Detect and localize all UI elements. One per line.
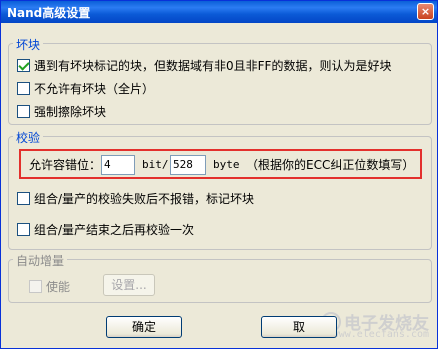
verify-again-checkbox[interactable]	[17, 223, 30, 236]
force-erase-checkbox[interactable]	[17, 105, 30, 118]
verify-no-error-label: 组合/量产的校验失败后不报错，标记坏块	[34, 192, 255, 206]
verify-no-error-checkbox[interactable]	[17, 192, 30, 205]
ecc-hint: （根据你的ECC纠正位数填写）	[246, 158, 415, 172]
tolerance-label: 允许容错位：	[29, 158, 102, 172]
enable-label: 使能	[46, 280, 71, 294]
verify-again-option[interactable]: 组合/量产结束之后再校验一次	[17, 221, 194, 237]
watermark-url: www.elecfans.com	[332, 329, 429, 340]
verify-legend: 校验	[13, 129, 44, 146]
close-button[interactable]: ×	[417, 3, 434, 20]
byte-unit-label: byte	[213, 158, 240, 171]
enable-checkbox[interactable]	[29, 280, 42, 293]
good-block-option[interactable]: 遇到有坏块标记的块，但数据域有非0且非FF的数据，则认为是好块	[17, 57, 391, 73]
bits-input[interactable]: 4	[101, 155, 135, 175]
ok-button[interactable]: 确定	[106, 316, 182, 338]
verify-again-label: 组合/量产结束之后再校验一次	[34, 223, 195, 237]
title-bar: Nand高级设置 ×	[1, 1, 437, 23]
bad-block-group: 坏块 遇到有坏块标记的块，但数据域有非0且非FF的数据，则认为是好块 不允许有坏…	[8, 36, 432, 125]
close-icon: ×	[420, 5, 431, 18]
good-block-checkbox[interactable]	[17, 59, 30, 72]
bytes-input[interactable]: 528	[170, 155, 206, 175]
bad-block-legend: 坏块	[13, 36, 44, 53]
force-erase-label: 强制擦除坏块	[34, 105, 107, 119]
cancel-button[interactable]: 取	[261, 316, 337, 338]
bit-unit-label: bit/	[142, 158, 169, 171]
no-bad-block-checkbox[interactable]	[17, 82, 30, 95]
no-bad-block-label: 不允许有坏块（全片）	[34, 82, 155, 96]
auto-increment-group: 自动增量 使能 设置...	[8, 252, 432, 303]
verify-no-error-option[interactable]: 组合/量产的校验失败后不报错，标记坏块	[17, 190, 254, 206]
no-bad-block-option[interactable]: 不允许有坏块（全片）	[17, 80, 154, 96]
enable-option[interactable]: 使能	[29, 278, 70, 294]
auto-increment-legend: 自动增量	[13, 252, 68, 269]
watermark: 电子发烧友 www.elecfans.com	[321, 309, 429, 340]
window-title: Nand高级设置	[7, 6, 91, 20]
settings-button[interactable]: 设置...	[103, 274, 155, 296]
nand-settings-dialog: Nand高级设置 × 坏块 遇到有坏块标记的块，但数据域有非0且非FF的数据，则…	[0, 0, 438, 349]
force-erase-option[interactable]: 强制擦除坏块	[17, 103, 106, 119]
good-block-label: 遇到有坏块标记的块，但数据域有非0且非FF的数据，则认为是好块	[34, 59, 392, 73]
